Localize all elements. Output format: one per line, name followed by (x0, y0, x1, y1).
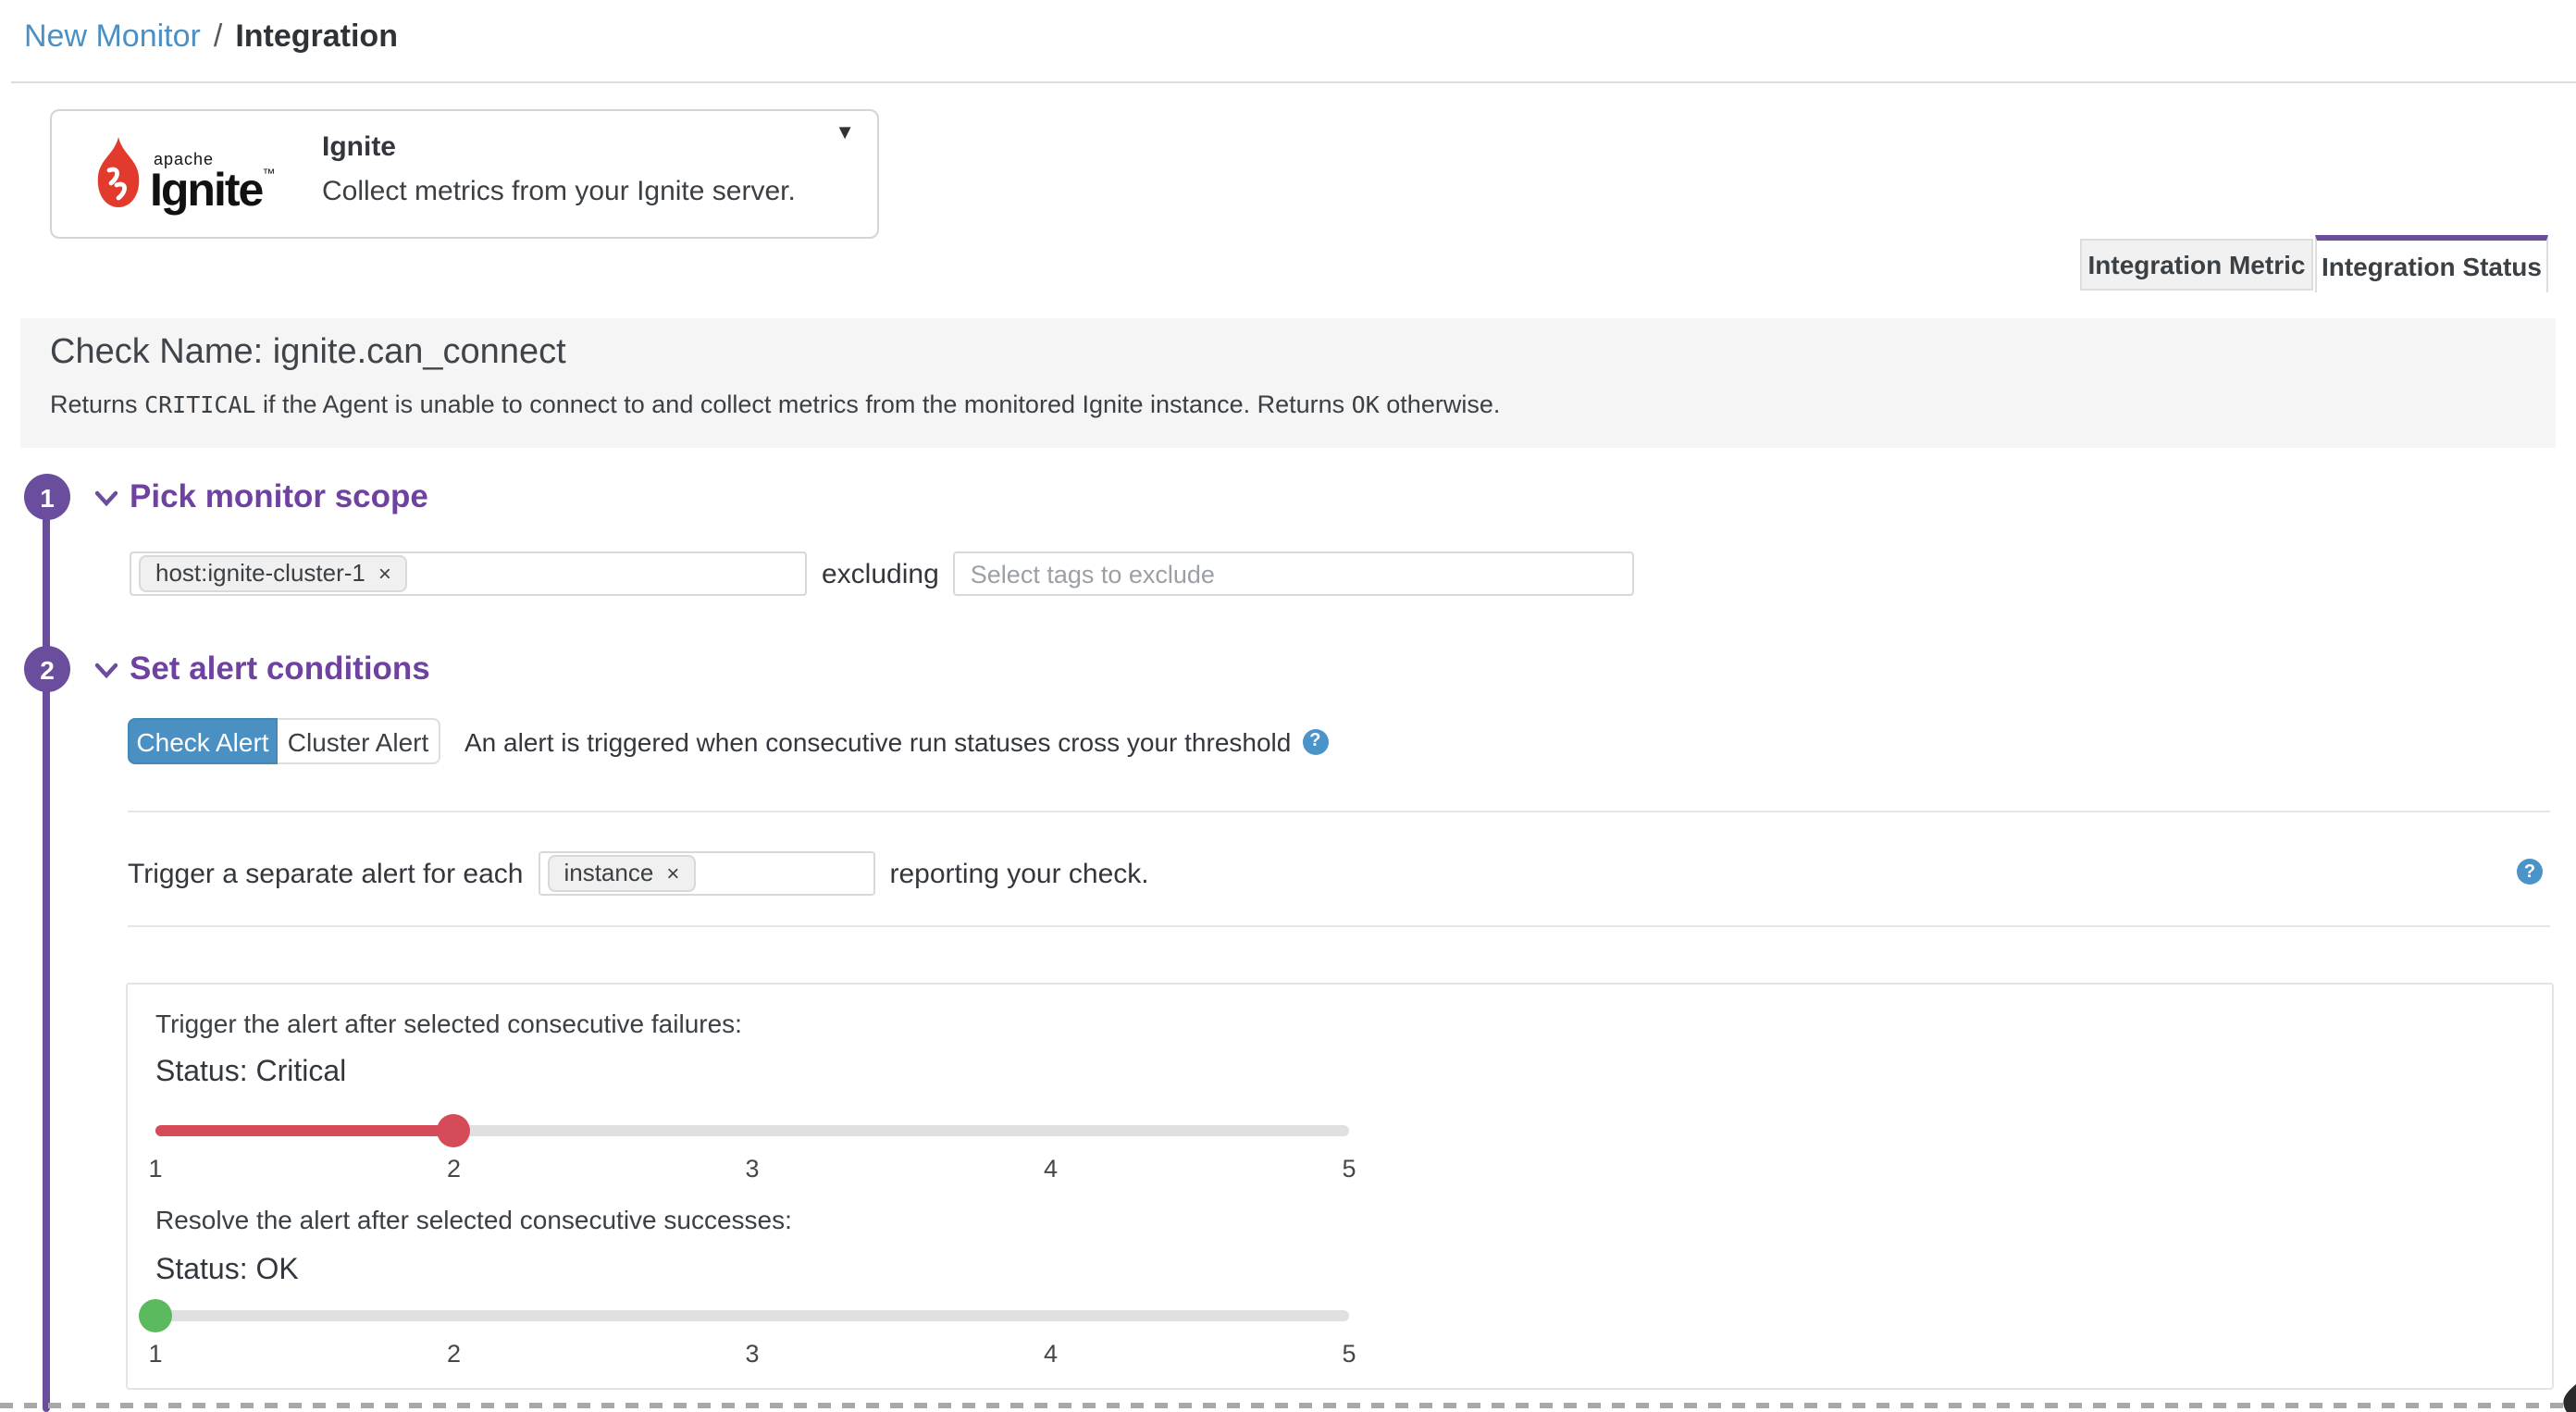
slider-track[interactable] (155, 1310, 1349, 1321)
slider-tick-label: 4 (1044, 1340, 1058, 1368)
tab-integration-metric[interactable]: Integration Metric (2080, 239, 2313, 291)
chevron-down-icon[interactable] (94, 490, 118, 507)
apache-ignite-logo: apacheIgnite™ (93, 137, 275, 211)
group-tag-pill[interactable]: instance × (547, 855, 696, 892)
consecutive-thresholds-box: Trigger the alert after selected consecu… (126, 983, 2554, 1390)
remove-tag-icon[interactable]: × (666, 860, 679, 886)
group-by-input[interactable]: instance × (538, 851, 874, 896)
monitor-scope-row: host:ignite-cluster-1 × excluding (130, 551, 1635, 596)
slider-tick-label: 1 (148, 1155, 162, 1183)
breadcrumb-new-monitor-link[interactable]: New Monitor (24, 19, 201, 56)
section-divider (128, 811, 2550, 812)
step-1-badge: 1 (24, 474, 70, 520)
help-icon[interactable]: ? (2517, 859, 2543, 885)
section-title-set-alert-conditions: Set alert conditions (130, 650, 430, 688)
alert-type-row: Check Alert Cluster Alert An alert is tr… (128, 718, 1328, 764)
logo-ignite-text: Ignite (150, 165, 262, 217)
trigger-each-suffix: reporting your check. (889, 858, 1148, 889)
logo-trademark: ™ (262, 168, 275, 181)
slider-tick-label: 4 (1044, 1155, 1058, 1183)
slider-handle[interactable] (139, 1299, 172, 1332)
cursor-artifact (2557, 1384, 2576, 1412)
check-alert-button[interactable]: Check Alert (128, 718, 278, 764)
exclude-tags-input[interactable] (954, 551, 1635, 596)
breadcrumb-separator: / (214, 19, 222, 56)
critical-code: CRITICAL (144, 390, 255, 418)
cluster-alert-button[interactable]: Cluster Alert (278, 718, 440, 764)
slider-tick-label: 1 (148, 1340, 162, 1368)
remove-tag-icon[interactable]: × (378, 560, 391, 586)
ignite-flame-icon (93, 137, 144, 211)
step-2-badge: 2 (24, 646, 70, 692)
chevron-down-icon[interactable] (94, 663, 118, 679)
help-icon[interactable]: ? (1302, 728, 1328, 754)
scope-tag-pill[interactable]: host:ignite-cluster-1 × (139, 555, 408, 592)
content-cutoff-dashed-edge (0, 1403, 2576, 1408)
check-description: Returns CRITICAL if the Agent is unable … (50, 390, 1500, 418)
trigger-each-row: Trigger a separate alert for each instan… (128, 851, 1149, 896)
threshold-explainer-text: An alert is triggered when consecutive r… (464, 726, 1291, 756)
tab-integration-status[interactable]: Integration Status (2315, 235, 2548, 292)
slider-tick-label: 2 (447, 1155, 461, 1183)
header-divider (11, 81, 2576, 83)
slider-tick-label: 5 (1342, 1155, 1356, 1183)
step-progress-rail (43, 496, 50, 1412)
breadcrumb: New Monitor / Integration (24, 19, 398, 56)
slider-handle[interactable] (438, 1114, 471, 1147)
integration-selector-card[interactable]: apacheIgnite™ Ignite Collect metrics fro… (50, 109, 879, 239)
ok-threshold-slider[interactable] (155, 1297, 1349, 1334)
critical-threshold-slider[interactable] (155, 1112, 1349, 1149)
slider-fill (155, 1125, 454, 1136)
successes-label: Resolve the alert after selected consecu… (155, 1205, 792, 1234)
ok-code: OK (1352, 390, 1380, 418)
slider-tick-label: 2 (447, 1340, 461, 1368)
slider-tick-label: 5 (1342, 1340, 1356, 1368)
slider-tick-label: 3 (745, 1340, 759, 1368)
section-title-pick-monitor-scope: Pick monitor scope (130, 477, 428, 516)
critical-slider-ticks: 1 2 3 4 5 (155, 1155, 1349, 1184)
check-name-banner: Check Name: ignite.can_connect Returns C… (20, 318, 2556, 448)
new-monitor-page: New Monitor / Integration apacheIgnite™ … (0, 0, 2576, 1412)
page-title: Integration (235, 19, 398, 56)
section-divider (128, 925, 2550, 927)
failures-label: Trigger the alert after selected consecu… (155, 1009, 742, 1038)
trigger-each-prefix: Trigger a separate alert for each (128, 858, 523, 889)
status-critical-label: Status: Critical (155, 1057, 346, 1090)
status-ok-label: Status: OK (155, 1255, 299, 1288)
dropdown-caret-icon[interactable]: ▼ (835, 122, 855, 144)
excluding-label: excluding (822, 558, 939, 589)
integration-description: Collect metrics from your Ignite server. (322, 176, 796, 207)
check-name-title: Check Name: ignite.can_connect (50, 333, 566, 374)
scope-tags-input[interactable]: host:ignite-cluster-1 × (130, 551, 807, 596)
integration-title: Ignite (322, 131, 396, 163)
ok-slider-ticks: 1 2 3 4 5 (155, 1340, 1349, 1369)
slider-tick-label: 3 (745, 1155, 759, 1183)
